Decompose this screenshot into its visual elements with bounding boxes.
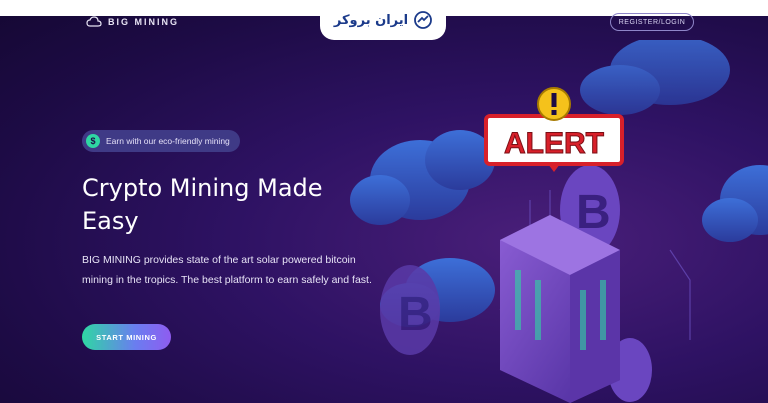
exclamation-icon — [537, 87, 571, 121]
cloud-left — [350, 130, 495, 225]
mining-illustration: B B ALERT — [350, 40, 768, 403]
site-logo[interactable]: BIG MINING — [86, 16, 179, 28]
badge-text: Earn with our eco-friendly mining — [106, 136, 230, 146]
coin-left: B — [380, 265, 440, 355]
chart-trend-icon — [414, 11, 432, 29]
cloud-top-right — [580, 40, 730, 115]
alert-sign: ALERT — [484, 114, 624, 172]
brand-text: ایران بروکر — [333, 12, 409, 28]
eco-mining-badge: $ Earn with our eco-friendly mining — [82, 130, 240, 152]
cloud-logo-icon — [86, 16, 102, 27]
register-login-button[interactable]: REGISTER/LOGIN — [610, 13, 694, 31]
hero-title: Crypto Mining Made Easy — [82, 174, 323, 235]
brand-tab[interactable]: ایران بروکر — [320, 0, 446, 40]
alert-text: ALERT — [504, 127, 604, 160]
start-mining-button[interactable]: START MINING — [82, 324, 171, 350]
server-stack — [500, 215, 620, 403]
dollar-icon: $ — [86, 134, 100, 148]
logo-text: BIG MINING — [108, 17, 179, 27]
hero-description: BIG MINING provides state of the art sol… — [82, 254, 372, 286]
coin-left-symbol: B — [398, 288, 433, 341]
cloud-right — [702, 165, 768, 242]
